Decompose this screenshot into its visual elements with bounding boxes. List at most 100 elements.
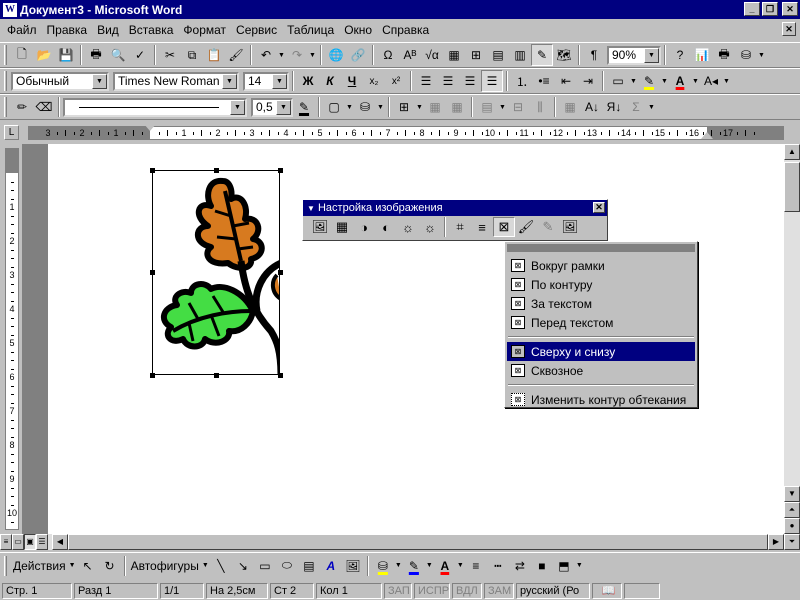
font-combo[interactable]: Times New Roman ▼ <box>113 71 239 91</box>
equation-icon[interactable]: √α <box>421 44 443 66</box>
tab-selector-icon[interactable]: L <box>4 125 19 140</box>
oval-icon[interactable]: ⬭ <box>276 555 298 577</box>
vertical-scrollbar[interactable]: ▲ ▼ ⏶ ● ⏷ <box>784 144 800 550</box>
font-color-icon[interactable]: A <box>669 70 691 92</box>
shading-dropdown-icon[interactable]: ▼ <box>376 96 385 118</box>
outline-view-icon[interactable]: ☰ <box>36 534 48 550</box>
reset-picture-icon[interactable]: 🖼 <box>559 217 581 237</box>
right-indent-marker[interactable] <box>701 132 713 139</box>
font-size-combo[interactable]: 14 ▼ <box>243 71 289 91</box>
help-icon[interactable]: ? <box>669 44 691 66</box>
spelling-status-icon[interactable]: 📖 <box>592 582 622 599</box>
free-rotate-icon[interactable]: ↻ <box>99 555 121 577</box>
line-weight-combo[interactable]: 0,5 ▼ <box>251 97 293 117</box>
dash-style-icon[interactable]: ┅ <box>487 555 509 577</box>
paint-bucket-icon[interactable]: ⛁ <box>735 44 757 66</box>
normal-view-icon[interactable]: ≡ <box>0 534 12 550</box>
chevron-down-icon[interactable]: ▼ <box>276 99 291 115</box>
spelling-icon[interactable]: ✓ <box>129 44 151 66</box>
insert-table-icon-2[interactable]: ⊞ <box>393 96 415 118</box>
text-direction-icon[interactable]: A◂ <box>700 70 722 92</box>
zoom-combo[interactable]: 90% ▼ <box>607 45 661 65</box>
line-color-icon[interactable]: ✎ <box>403 555 425 577</box>
toolbar-grip[interactable] <box>4 45 7 65</box>
line-color-dropdown-icon[interactable]: ▼ <box>425 555 434 577</box>
vertical-ruler[interactable]: 1234567891011 <box>0 144 22 552</box>
close-button[interactable]: ✕ <box>782 2 798 16</box>
edit-wrap-points-item[interactable]: ⊠ Изменить контур обтекания <box>507 390 695 409</box>
resize-handle-r[interactable] <box>278 270 283 275</box>
more-contrast-icon[interactable]: ◑ <box>353 217 375 237</box>
autoshapes-dropdown-icon[interactable]: ▼ <box>201 555 210 577</box>
increase-indent-icon[interactable]: ⇥ <box>577 70 599 92</box>
insert-table-icon[interactable]: ⊞ <box>465 44 487 66</box>
wordart-icon[interactable]: A <box>320 555 342 577</box>
previous-page-icon[interactable]: ⏶ <box>784 502 800 518</box>
wrap-tight-item[interactable]: ⊠ По контуру <box>507 275 695 294</box>
columns-icon[interactable]: ▥ <box>509 44 531 66</box>
first-line-indent-marker[interactable] <box>144 124 156 131</box>
menu-format[interactable]: Формат <box>178 20 231 40</box>
font-color-dropdown-icon[interactable]: ▼ <box>691 70 700 92</box>
chevron-down-icon[interactable]: ▼ <box>272 73 287 89</box>
menu-table[interactable]: Таблица <box>282 20 339 40</box>
web-layout-icon[interactable]: ▭ <box>12 534 24 550</box>
borders-dropdown-icon[interactable]: ▼ <box>629 70 638 92</box>
scroll-down-arrow-icon[interactable]: ▼ <box>784 486 800 502</box>
wrap-in-front-item[interactable]: ⊠ Перед текстом <box>507 313 695 332</box>
ruler-strip[interactable]: 3 2 1 1 2 3 4 5 6 7 8 9 10 11 12 13 14 15 16 17 <box>28 124 784 140</box>
scroll-right-arrow-icon[interactable]: ▶ <box>768 534 784 550</box>
more-brightness-icon[interactable]: ☼ <box>397 217 419 237</box>
line-style-combo[interactable]: ▼ <box>63 97 247 117</box>
toolbar-options-icon[interactable]: ▼ <box>575 555 584 577</box>
resize-handle-bl[interactable] <box>150 373 155 378</box>
redo-icon[interactable]: ↷ <box>286 44 308 66</box>
symbol-icon[interactable]: Ω <box>377 44 399 66</box>
insert-picture-icon[interactable]: 🖼 <box>309 217 331 237</box>
font-color-dropdown-icon-2[interactable]: ▼ <box>456 555 465 577</box>
less-contrast-icon[interactable]: ◐ <box>375 217 397 237</box>
merge-cells-icon[interactable]: ▦ <box>424 96 446 118</box>
undo-icon[interactable]: ↶ <box>255 44 277 66</box>
format-painter-icon[interactable]: 🖌 <box>225 44 247 66</box>
chevron-down-icon[interactable]: ▼ <box>230 99 245 115</box>
status-record-macro[interactable]: ЗАП <box>384 582 412 599</box>
resize-handle-br[interactable] <box>278 373 283 378</box>
chart-icon[interactable]: 📊 <box>691 44 713 66</box>
web-icon[interactable]: 🌐 <box>325 44 347 66</box>
select-objects-icon[interactable]: ↖ <box>77 555 99 577</box>
resize-handle-t[interactable] <box>214 168 219 173</box>
eraser-icon[interactable]: ⌫ <box>33 96 55 118</box>
toolbar-options-icon[interactable]: ▼ <box>722 70 731 92</box>
toolbar-grip[interactable] <box>4 97 7 117</box>
toolbar-options-icon[interactable]: ▼ <box>647 96 656 118</box>
picture-toolbar-close-button[interactable]: ✕ <box>593 202 605 213</box>
align-top-icon[interactable]: ▤ <box>476 96 498 118</box>
align-left-icon[interactable]: ☰ <box>415 70 437 92</box>
border-color-icon[interactable]: ✎ <box>293 96 315 118</box>
style-combo[interactable]: Обычный ▼ <box>11 71 109 91</box>
menu-view[interactable]: Вид <box>92 20 124 40</box>
toolbar-grip[interactable] <box>4 555 7 576</box>
menu-insert[interactable]: Вставка <box>124 20 179 40</box>
highlight-dropdown-icon[interactable]: ▼ <box>660 70 669 92</box>
horizontal-ruler[interactable]: L 3 2 1 1 2 3 4 5 6 7 8 9 10 11 12 13 14 15 16 17 <box>0 122 800 144</box>
save-icon[interactable]: 💾 <box>55 44 77 66</box>
distribute-columns-icon[interactable]: ⫼ <box>529 96 551 118</box>
shadow-icon[interactable]: ■ <box>531 555 553 577</box>
word-app-icon[interactable]: W <box>3 2 17 17</box>
redo-dropdown-icon[interactable]: ▼ <box>308 44 317 66</box>
line-icon[interactable]: ╲ <box>210 555 232 577</box>
minimize-button[interactable]: _ <box>744 2 760 16</box>
fill-color-icon[interactable]: ⛁ <box>372 555 394 577</box>
document-close-button[interactable]: ✕ <box>782 22 796 36</box>
copy-icon[interactable]: ⧉ <box>181 44 203 66</box>
wrap-top-bottom-item[interactable]: ⊠ Сверху и снизу <box>507 342 695 361</box>
vertical-scroll-thumb[interactable] <box>784 162 800 212</box>
restore-button[interactable]: ❐ <box>762 2 778 16</box>
set-transparent-color-icon[interactable]: ✎ <box>537 217 559 237</box>
shading-color-icon[interactable]: ⛁ <box>354 96 376 118</box>
print-layout-icon[interactable]: ▣ <box>24 534 36 550</box>
align-right-icon[interactable]: ☰ <box>459 70 481 92</box>
numbering-icon[interactable]: ⒈ <box>511 70 533 92</box>
